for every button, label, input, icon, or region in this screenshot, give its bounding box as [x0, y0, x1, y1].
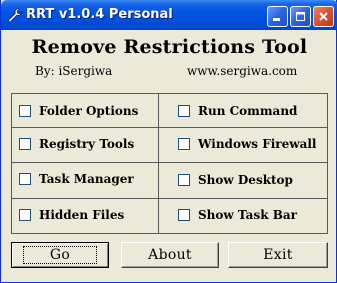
- maximize-icon: [295, 7, 306, 26]
- option-windows-firewall[interactable]: Windows Firewall: [178, 135, 316, 153]
- go-button-label: Go: [22, 246, 98, 264]
- option-show-task-bar[interactable]: Show Task Bar: [178, 206, 297, 224]
- option-show-desktop[interactable]: Show Desktop: [178, 171, 293, 189]
- registry-tools-checkbox[interactable]: [19, 138, 31, 150]
- option-label: Folder Options: [39, 104, 139, 118]
- option-label: Show Desktop: [198, 173, 293, 187]
- app-title: Remove Restrictions Tool: [31, 36, 308, 58]
- option-label: Registry Tools: [39, 137, 135, 151]
- folder-options-checkbox[interactable]: [19, 105, 31, 117]
- show-desktop-checkbox[interactable]: [178, 174, 190, 186]
- panel-row-divider: [11, 127, 328, 128]
- minimize-icon: [272, 7, 283, 26]
- go-button[interactable]: Go: [11, 242, 109, 268]
- option-folder-options[interactable]: Folder Options: [19, 102, 138, 120]
- title-bar[interactable]: RRT v1.0.4 Personal: [1, 0, 337, 30]
- close-button[interactable]: [313, 6, 334, 27]
- windows-firewall-checkbox[interactable]: [178, 138, 190, 150]
- option-task-manager[interactable]: Task Manager: [19, 170, 134, 188]
- close-icon: [318, 7, 329, 26]
- option-label: Task Manager: [39, 172, 134, 186]
- option-label: Show Task Bar: [198, 208, 297, 222]
- option-run-command[interactable]: Run Command: [178, 102, 297, 120]
- minimize-button[interactable]: [267, 6, 288, 27]
- about-button[interactable]: About: [121, 242, 219, 268]
- run-command-checkbox[interactable]: [178, 105, 190, 117]
- show-task-bar-checkbox[interactable]: [178, 209, 190, 221]
- option-label: Hidden Files: [39, 208, 125, 222]
- option-hidden-files[interactable]: Hidden Files: [19, 206, 124, 224]
- wrench-icon: [7, 7, 23, 23]
- option-label: Run Command: [198, 104, 298, 118]
- exit-button-label: Exit: [263, 247, 293, 263]
- maximize-button[interactable]: [290, 6, 311, 27]
- window-title: RRT v1.0.4 Personal: [26, 7, 173, 22]
- exit-button[interactable]: Exit: [228, 242, 328, 268]
- option-registry-tools[interactable]: Registry Tools: [19, 135, 134, 153]
- task-manager-checkbox[interactable]: [19, 173, 31, 185]
- panel-row-divider: [11, 162, 328, 163]
- panel-column-divider: [158, 93, 159, 234]
- panel-row-divider: [11, 198, 328, 199]
- hidden-files-checkbox[interactable]: [19, 209, 31, 221]
- website-link: www.sergiwa.com: [187, 64, 298, 78]
- author-byline: By: iSergiwa: [35, 64, 113, 78]
- about-button-label: About: [148, 247, 192, 263]
- option-label: Windows Firewall: [198, 137, 317, 151]
- app-window: RRT v1.0.4 Personal Remove Restrictions …: [0, 0, 337, 283]
